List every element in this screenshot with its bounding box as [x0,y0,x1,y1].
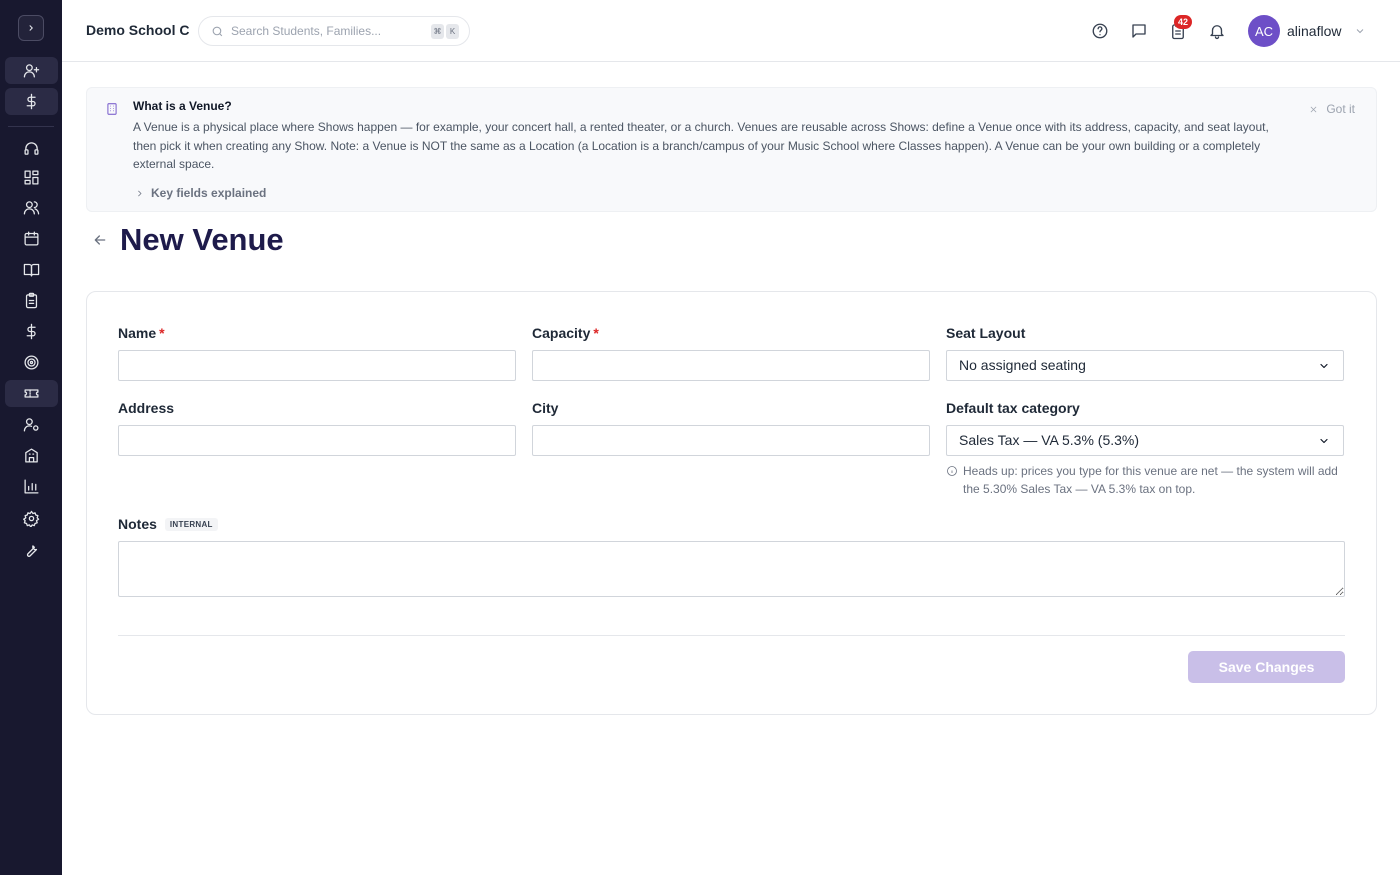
target-icon [24,355,39,370]
sidebar [0,0,62,875]
required-marker: * [159,325,165,341]
name-field[interactable] [118,350,516,381]
sidebar-item-support[interactable] [5,135,58,162]
sidebar-item-attendance[interactable] [5,287,58,314]
sidebar-item-tools[interactable] [5,536,58,563]
tax-hint: Heads up: prices you type for this venue… [946,462,1346,498]
dismiss-label: Got it [1326,102,1355,116]
sidebar-item-settings[interactable] [5,505,58,532]
sidebar-item-calendar[interactable] [5,225,58,252]
sidebar-item-billing[interactable] [5,88,58,115]
banner-title: What is a Venue? [133,99,232,113]
info-icon [947,466,957,476]
name-label-text: Name [118,325,157,341]
capacity-label: Capacity * [532,325,599,341]
tasks-count-badge: 42 [1174,15,1193,29]
sidebar-divider [8,126,54,127]
user-plus-icon [23,64,40,78]
key-fields-label: Key fields explained [151,186,267,200]
required-marker: * [593,325,599,341]
chevron-down-icon [1320,363,1328,369]
bell-icon [1210,25,1224,40]
top-header: Demo School C ⌘ K 42 AC alinaflow [62,0,1400,62]
chevron-down-icon [1320,438,1328,444]
building-icon [105,102,120,117]
notes-label: Notes INTERNAL [118,516,218,532]
chevron-down-icon [1356,29,1364,34]
sidebar-item-add-user[interactable] [5,57,58,84]
seat-layout-value: No assigned seating [959,357,1086,373]
tax-hint-text: Heads up: prices you type for this venue… [963,464,1338,496]
close-icon [1310,106,1317,112]
clipboard-icon [25,292,38,309]
sidebar-item-reports[interactable] [5,473,58,500]
sidebar-expand-button[interactable] [18,15,44,41]
sidebar-item-payments[interactable] [5,318,58,345]
venue-info-banner: What is a Venue? A Venue is a physical p… [86,87,1377,212]
shortcut-key-cmd: ⌘ [431,24,444,39]
help-button[interactable] [1089,20,1111,42]
user-menu-toggle[interactable] [1354,24,1368,38]
dashboard-icon [24,170,39,185]
banner-text: A Venue is a physical place where Shows … [133,120,1269,171]
dollar-icon [26,93,36,110]
address-label: Address [118,400,175,416]
building-icon [25,448,38,463]
headset-icon [24,142,39,155]
address-field[interactable] [118,425,516,456]
search-input[interactable] [231,22,421,40]
capacity-field[interactable] [532,350,930,381]
sidebar-item-venues[interactable] [5,380,58,407]
notifications-button[interactable] [1206,20,1228,42]
message-square-icon [1132,24,1146,38]
user-avatar[interactable]: AC [1248,15,1280,47]
search-box[interactable]: ⌘ K [198,16,470,46]
users-icon [23,201,40,215]
calendar-icon [24,231,39,246]
sidebar-item-students[interactable] [5,194,58,221]
save-changes-button[interactable]: Save Changes [1188,651,1345,683]
wrench-icon [26,545,38,557]
key-fields-toggle[interactable]: Key fields explained [135,186,266,200]
city-field[interactable] [532,425,930,456]
chevron-right-icon [138,190,142,196]
back-button[interactable] [92,232,110,250]
school-name[interactable]: Demo School C [86,22,189,38]
notes-label-text: Notes [118,516,157,532]
sidebar-item-courses[interactable] [5,256,58,283]
arrow-left-icon [94,235,106,245]
city-label: City [532,400,559,416]
name-label: Name * [118,325,165,341]
user-cog-icon [23,418,39,432]
dollar-icon [26,323,36,340]
shortcut-key-k: K [446,24,459,39]
banner-dismiss-button[interactable]: Got it [1309,102,1355,116]
venue-form: Name * Capacity * Seat Layout No assigned … [86,291,1377,715]
tax-category-label: Default tax category [946,400,1080,416]
search-icon [212,26,223,37]
sidebar-item-staff[interactable] [5,411,58,438]
chevron-right-icon [29,25,33,31]
tax-category-value: Sales Tax — VA 5.3% (5.3%) [959,432,1140,448]
tax-category-select[interactable]: Sales Tax — VA 5.3% (5.3%) [946,425,1344,456]
seat-layout-select[interactable]: No assigned seating [946,350,1344,381]
internal-badge: INTERNAL [164,518,218,531]
notes-field[interactable] [118,541,1345,597]
username[interactable]: alinaflow [1287,23,1341,39]
bar-chart-icon [24,479,39,494]
form-divider [118,635,1345,636]
messages-button[interactable] [1128,20,1150,42]
capacity-label-text: Capacity [532,325,591,341]
sidebar-item-locations[interactable] [5,442,58,469]
sidebar-item-goals[interactable] [5,349,58,376]
seat-layout-label: Seat Layout [946,325,1026,341]
sidebar-item-dashboard[interactable] [5,164,58,191]
ticket-icon [24,389,39,398]
help-circle-icon [1092,23,1108,39]
page-title: New Venue [120,222,284,257]
gear-icon [23,510,40,527]
book-open-icon [23,263,40,277]
